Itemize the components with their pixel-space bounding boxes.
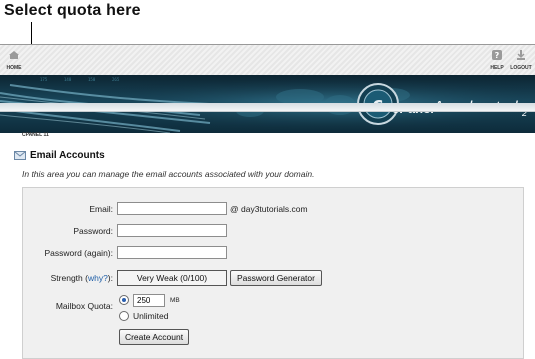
logout-label: LOGOUT xyxy=(510,65,532,71)
cpanel-window: HOME ? HELP LOGOUT 175 140 150 265 2 CPA… xyxy=(0,44,535,359)
domain-suffix: @ day3tutorials.com xyxy=(230,204,308,214)
password-field[interactable] xyxy=(117,224,227,237)
svg-text:265: 265 xyxy=(112,77,120,82)
breadcrumb[interactable]: CPANEL 11 xyxy=(22,132,49,138)
callout-label: Select quota here xyxy=(4,2,141,19)
password-strength-meter: Very Weak (0/100) xyxy=(117,270,227,286)
home-icon xyxy=(9,51,19,59)
logout-button[interactable]: LOGOUT xyxy=(509,49,533,71)
quota-input[interactable] xyxy=(133,294,165,307)
unlimited-label: Unlimited xyxy=(133,311,169,321)
strength-label: Strength (why?): xyxy=(23,273,113,283)
section-description: In this area you can manage the email ac… xyxy=(22,169,315,179)
strength-label-suffix: ): xyxy=(107,273,113,283)
quota-unlimited-radio[interactable] xyxy=(119,311,129,321)
email-label: Email: xyxy=(89,204,113,214)
svg-text:175: 175 xyxy=(40,77,48,82)
mail-icon xyxy=(14,151,26,160)
svg-text:140: 140 xyxy=(64,77,72,82)
help-button[interactable]: ? HELP xyxy=(489,49,505,71)
help-icon: ? xyxy=(492,50,502,60)
email-form: Email: @ day3tutorials.com Password: Pas… xyxy=(22,187,524,359)
password-again-label: Password (again): xyxy=(44,248,113,258)
home-label: HOME xyxy=(6,65,22,71)
page-title: Email Accounts xyxy=(30,150,105,161)
quota-limited-radio[interactable] xyxy=(119,295,129,305)
strength-label-prefix: Strength ( xyxy=(50,273,88,283)
top-nav-bar: HOME ? HELP LOGOUT xyxy=(0,45,535,76)
password-generator-button[interactable]: Password Generator xyxy=(230,270,322,286)
home-button[interactable]: HOME xyxy=(4,49,24,71)
help-label: HELP xyxy=(490,65,504,71)
logout-icon xyxy=(517,50,525,60)
svg-text:150: 150 xyxy=(88,77,96,82)
banner-ribbon xyxy=(0,103,535,112)
email-field[interactable] xyxy=(117,202,227,215)
mailbox-quota-label: Mailbox Quota: xyxy=(55,301,113,311)
password-label: Password: xyxy=(73,226,113,236)
why-link[interactable]: why? xyxy=(88,273,108,283)
svg-text:?: ? xyxy=(495,51,500,60)
password-again-field[interactable] xyxy=(117,246,227,259)
create-account-button[interactable]: Create Account xyxy=(119,329,189,345)
quota-unit: MB xyxy=(170,297,180,304)
